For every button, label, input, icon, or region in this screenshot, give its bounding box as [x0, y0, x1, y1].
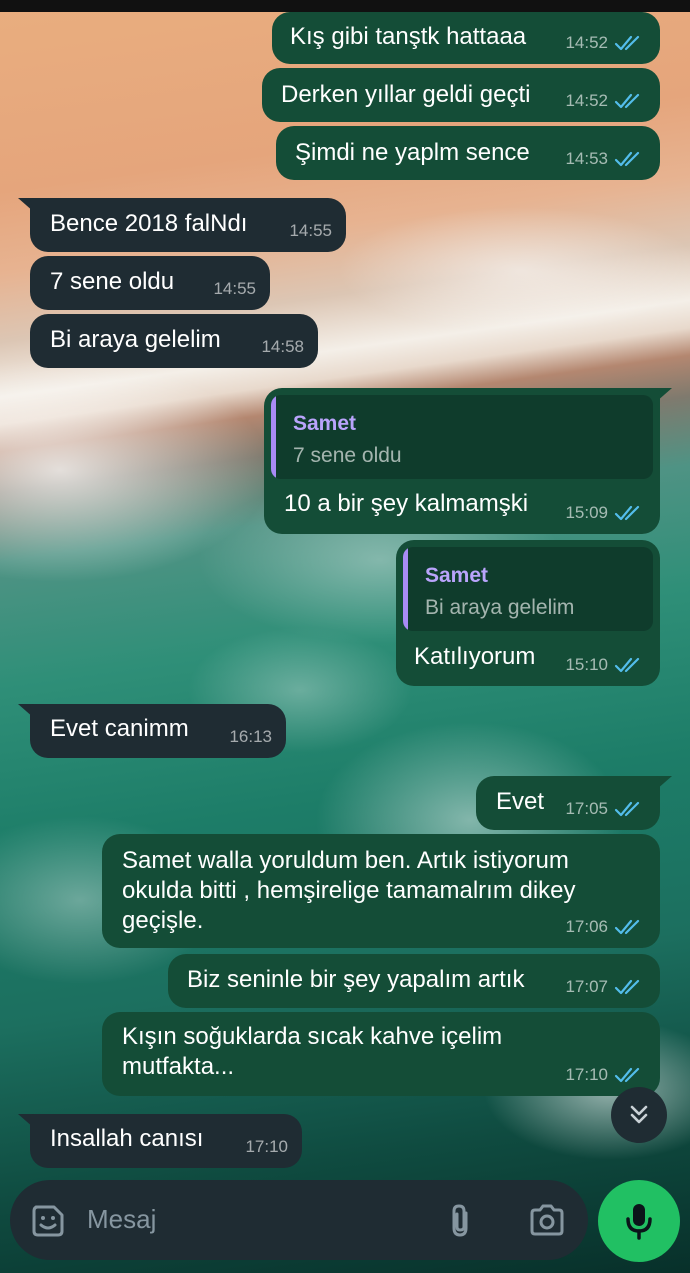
message-time: 17:07 — [565, 977, 608, 996]
quoted-message[interactable]: Samet Bi araya gelelim — [403, 547, 653, 631]
message-time: 17:06 — [565, 917, 608, 936]
message-text: Bence 2018 falNdı — [50, 210, 248, 237]
message-meta: 17:06 — [565, 912, 644, 942]
message-text: Samet walla yoruldum ben. Artık istiyoru… — [122, 847, 576, 934]
message-meta: 17:05 — [565, 794, 644, 824]
message-outgoing[interactable]: Kışın soğuklarda sıcak kahve içelim mutf… — [102, 1012, 660, 1096]
paperclip-icon[interactable] — [446, 1203, 474, 1239]
double-check-icon — [614, 34, 644, 52]
message-text: Evet — [496, 788, 545, 815]
message-meta: 14:55 — [289, 216, 332, 246]
message-meta: 14:52 — [565, 86, 644, 116]
message-outgoing-reply[interactable]: Samet 7 sene oldu 10 a bir şey kalmamşki… — [264, 388, 660, 534]
message-time: 14:53 — [565, 149, 608, 168]
sticker-icon[interactable] — [30, 1203, 66, 1239]
message-meta: 17:10 — [565, 1060, 644, 1090]
quote-bar — [403, 547, 408, 631]
message-time: 17:05 — [565, 799, 608, 818]
message-time: 16:13 — [229, 727, 272, 746]
message-outgoing[interactable]: Derken yıllar geldi geçti 14:52 — [262, 68, 660, 122]
microphone-icon — [626, 1204, 652, 1240]
message-input[interactable]: Mesaj — [87, 1204, 156, 1235]
quote-bar — [271, 395, 276, 479]
message-outgoing[interactable]: Şimdi ne yaplm sence 14:53 — [276, 126, 660, 180]
double-check-icon — [614, 918, 644, 936]
message-text: Kış gibi tanştk hattaaa — [290, 23, 527, 50]
message-composer[interactable]: Mesaj — [10, 1180, 588, 1260]
double-check-icon — [614, 150, 644, 168]
scroll-to-bottom-button[interactable] — [611, 1087, 667, 1143]
message-time: 17:10 — [245, 1137, 288, 1156]
message-time: 17:10 — [565, 1065, 608, 1084]
message-meta: 15:09 — [565, 498, 644, 528]
message-text: 10 a bir şey kalmamşki — [284, 490, 529, 517]
message-outgoing[interactable]: Samet walla yoruldum ben. Artık istiyoru… — [102, 834, 660, 948]
voice-message-button[interactable] — [598, 1180, 680, 1262]
quote-author: Samet — [425, 564, 489, 587]
message-time: 14:55 — [289, 221, 332, 240]
quote-text: Bi araya gelelim — [425, 596, 575, 619]
quoted-message[interactable]: Samet 7 sene oldu — [271, 395, 653, 479]
message-outgoing[interactable]: Evet 17:05 — [476, 776, 660, 830]
message-outgoing-reply[interactable]: Samet Bi araya gelelim Katılıyorum 15:10 — [396, 540, 660, 686]
message-text: Katılıyorum — [414, 643, 536, 670]
message-text: Kışın soğuklarda sıcak kahve içelim mutf… — [122, 1023, 503, 1080]
message-incoming[interactable]: Evet canimm 16:13 — [30, 704, 286, 758]
message-meta: 14:58 — [261, 332, 304, 362]
message-incoming[interactable]: Bence 2018 falNdı 14:55 — [30, 198, 346, 252]
message-time: 14:52 — [565, 33, 608, 52]
double-chevron-down-icon — [630, 1105, 648, 1124]
double-check-icon — [614, 504, 644, 522]
message-time: 15:10 — [565, 655, 608, 674]
camera-icon[interactable] — [528, 1203, 566, 1237]
message-meta: 14:53 — [565, 144, 644, 174]
message-meta: 14:55 — [213, 274, 256, 304]
double-check-icon — [614, 92, 644, 110]
message-meta: 17:10 — [245, 1132, 288, 1162]
message-incoming[interactable]: Insallah canısı 17:10 — [30, 1114, 302, 1168]
double-check-icon — [614, 978, 644, 996]
message-outgoing[interactable]: Kış gibi tanştk hattaaa 14:52 — [272, 12, 660, 64]
message-meta: 16:13 — [229, 722, 272, 752]
message-outgoing[interactable]: Biz seninle bir şey yapalım artık 17:07 — [168, 954, 660, 1008]
message-incoming[interactable]: Bi araya gelelim 14:58 — [30, 314, 318, 368]
message-meta: 17:07 — [565, 972, 644, 1002]
status-bar — [0, 0, 690, 12]
double-check-icon — [614, 656, 644, 674]
quote-text: 7 sene oldu — [293, 444, 402, 467]
message-text: Biz seninle bir şey yapalım artık — [187, 966, 525, 993]
message-text: Şimdi ne yaplm sence — [295, 139, 530, 166]
message-time: 14:52 — [565, 91, 608, 110]
message-text: Evet canimm — [50, 715, 189, 742]
quote-author: Samet — [293, 412, 357, 435]
message-meta: 14:52 — [565, 28, 644, 58]
message-text: Insallah canısı — [50, 1125, 204, 1152]
message-time: 14:55 — [213, 279, 256, 298]
message-time: 14:58 — [261, 337, 304, 356]
double-check-icon — [614, 1066, 644, 1084]
message-text: 7 sene oldu — [50, 268, 175, 295]
message-meta: 15:10 — [565, 650, 644, 680]
message-text: Bi araya gelelim — [50, 326, 221, 353]
double-check-icon — [614, 800, 644, 818]
message-incoming[interactable]: 7 sene oldu 14:55 — [30, 256, 270, 310]
message-time: 15:09 — [565, 503, 608, 522]
message-text: Derken yıllar geldi geçti — [281, 81, 531, 108]
